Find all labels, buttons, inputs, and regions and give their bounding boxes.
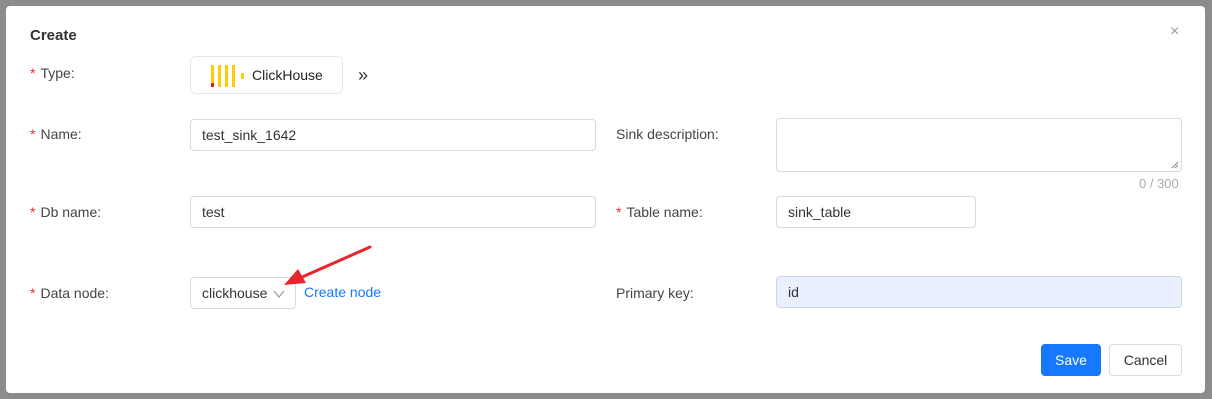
cancel-button[interactable]: Cancel	[1109, 344, 1182, 376]
table-name-label: * Table name:	[616, 204, 703, 220]
double-chevron-right-icon[interactable]: »	[358, 65, 368, 86]
type-selector-card[interactable]: ClickHouse	[190, 56, 343, 94]
save-button[interactable]: Save	[1041, 344, 1101, 376]
name-label: * Name:	[30, 126, 82, 142]
create-sink-dialog: Create × * Type: ClickHouse » * Name: test…	[6, 6, 1205, 393]
resize-handle-icon[interactable]	[1171, 161, 1179, 169]
type-label: * Type:	[30, 65, 75, 81]
description-char-counter: 0 / 300	[1139, 176, 1179, 191]
sink-description-label: Sink description:	[616, 126, 719, 142]
primary-key-input: id	[776, 276, 1182, 308]
sink-description-textarea[interactable]	[776, 118, 1182, 172]
annotation-arrow-icon	[284, 245, 372, 285]
clickhouse-logo-icon	[211, 65, 244, 87]
name-input[interactable]: test_sink_1642	[190, 119, 596, 151]
db-name-label: * Db name:	[30, 204, 102, 220]
data-node-value: clickhouse	[202, 285, 268, 301]
db-name-input[interactable]: test	[190, 196, 596, 228]
close-icon[interactable]: ×	[1170, 24, 1179, 40]
primary-key-label: Primary key:	[616, 285, 694, 301]
required-marker: *	[30, 65, 36, 81]
type-value: ClickHouse	[252, 67, 323, 83]
table-name-input[interactable]: sink_table	[776, 196, 976, 228]
data-node-label: * Data node:	[30, 285, 109, 301]
dialog-title: Create	[30, 27, 77, 44]
